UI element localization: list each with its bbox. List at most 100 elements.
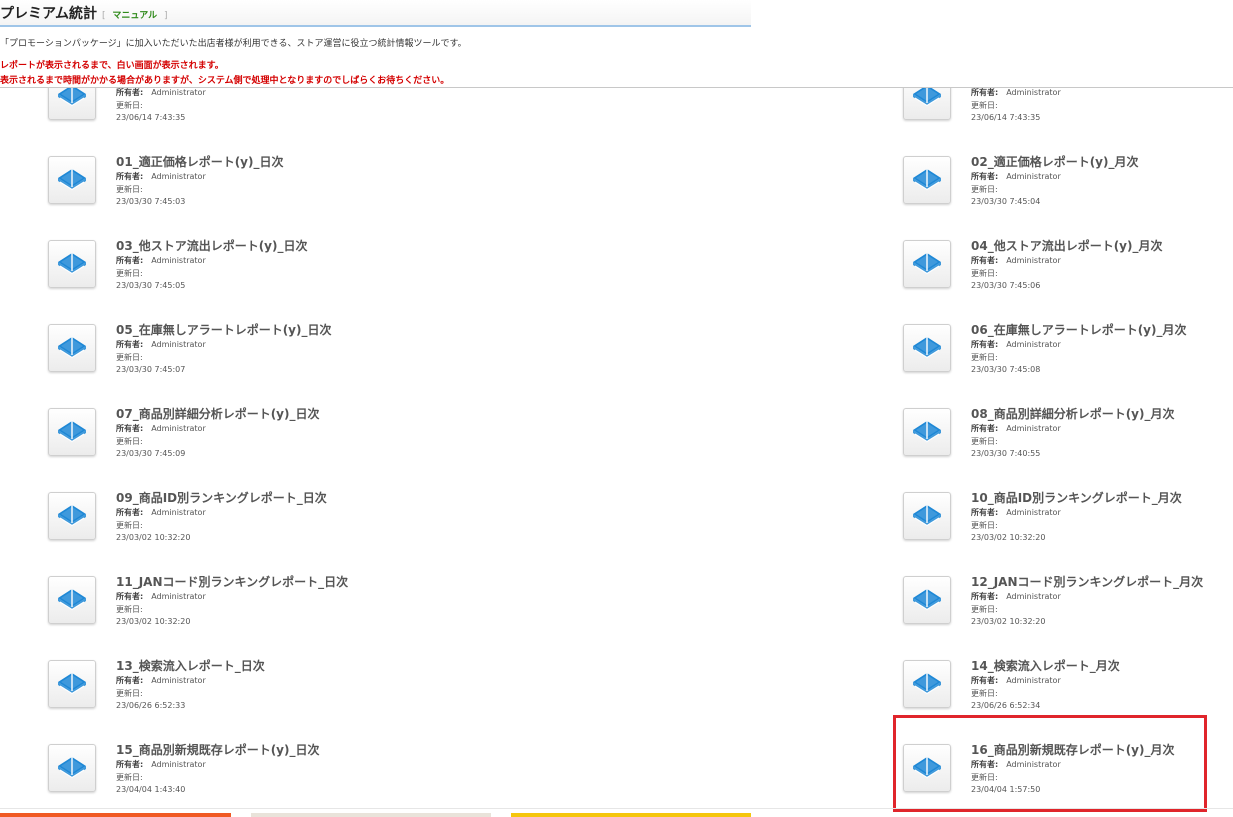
report-icon-button[interactable] [903, 660, 951, 708]
report-icon-button[interactable] [48, 88, 96, 120]
report-icon-button[interactable] [48, 660, 96, 708]
report-icon-button[interactable] [903, 324, 951, 372]
owner-label: 所有者: [971, 88, 999, 97]
report-item[interactable]: 06_在庫無しアラートレポート(y)_月次 所有者: Administrator 更新… [903, 321, 1203, 394]
report-item[interactable]: 11_JANコード別ランキングレポート_日次 所有者: Administrator 更… [48, 573, 348, 646]
report-name-link[interactable]: 09_商品ID別ランキングレポート_日次 [116, 489, 327, 506]
owner-label: 所有者: [116, 676, 144, 685]
owner-value: Administrator [1006, 508, 1061, 517]
owner-label: 所有者: [116, 592, 144, 601]
report-icon-button[interactable] [48, 324, 96, 372]
report-icon-button[interactable] [48, 240, 96, 288]
report-item-partial[interactable]: 所有者: Administrator 更新日: 23/06/14 7:43:35 [48, 88, 348, 142]
report-book-icon [913, 253, 941, 275]
report-icon-button[interactable] [48, 156, 96, 204]
report-book-icon [913, 505, 941, 527]
report-book-icon [58, 757, 86, 779]
updated-date: 23/03/30 7:40:55 [971, 449, 1041, 458]
report-name-link[interactable]: 14_検索流入レポート_月次 [971, 657, 1120, 674]
report-name-link[interactable]: 06_在庫無しアラートレポート(y)_月次 [971, 321, 1187, 338]
owner-value: Administrator [151, 676, 206, 685]
highlight-box [893, 715, 1207, 812]
report-icon-button[interactable] [48, 492, 96, 540]
owner-label: 所有者: [116, 760, 144, 769]
updated-label: 更新日: [971, 185, 998, 194]
report-item[interactable]: 04_他ストア流出レポート(y)_月次 所有者: Administrator 更新日:… [903, 237, 1203, 310]
report-book-icon [58, 589, 86, 611]
report-name-link[interactable]: 05_在庫無しアラートレポート(y)_日次 [116, 321, 332, 338]
report-book-icon [58, 505, 86, 527]
report-item[interactable]: 13_検索流入レポート_日次 所有者: Administrator 更新日: 23/06… [48, 657, 348, 730]
report-name-link[interactable]: 01_適正価格レポート(y)_日次 [116, 153, 284, 170]
owner-label: 所有者: [116, 340, 144, 349]
owner-value: Administrator [151, 508, 206, 517]
owner-label: 所有者: [971, 172, 999, 181]
report-name-link[interactable]: 03_他ストア流出レポート(y)_日次 [116, 237, 308, 254]
report-item[interactable]: 07_商品別詳細分析レポート(y)_日次 所有者: Administrator 更新日… [48, 405, 348, 478]
owner-label: 所有者: [971, 256, 999, 265]
report-item[interactable]: 08_商品別詳細分析レポート(y)_月次 所有者: Administrator 更新日… [903, 405, 1203, 478]
report-icon-button[interactable] [903, 88, 951, 120]
manual-link[interactable]: マニュアル [112, 11, 157, 21]
owner-label: 所有者: [116, 172, 144, 181]
report-name-link[interactable]: 10_商品ID別ランキングレポート_月次 [971, 489, 1182, 506]
report-owner: 所有者: Administrator [971, 88, 1061, 98]
report-book-icon [58, 253, 86, 275]
report-icon-button[interactable] [48, 576, 96, 624]
banner-thumbnail-2[interactable] [251, 813, 491, 817]
owner-label: 所有者: [971, 676, 999, 685]
updated-date: 23/06/26 6:52:34 [971, 701, 1041, 710]
banner-thumbnail-1[interactable] [0, 813, 231, 817]
report-owner: 所有者: Administrator [116, 591, 206, 602]
report-owner: 所有者: Administrator [971, 423, 1061, 434]
updated-label: 更新日: [971, 101, 998, 110]
report-owner: 所有者: Administrator [971, 255, 1061, 266]
report-name-link[interactable]: 11_JANコード別ランキングレポート_日次 [116, 573, 348, 590]
owner-label: 所有者: [971, 424, 999, 433]
report-item[interactable]: 05_在庫無しアラートレポート(y)_日次 所有者: Administrator 更新… [48, 321, 348, 394]
report-owner: 所有者: Administrator [116, 88, 206, 98]
report-item[interactable]: 09_商品ID別ランキングレポート_日次 所有者: Administrator 更新日… [48, 489, 348, 562]
owner-label: 所有者: [116, 88, 144, 97]
report-name-link[interactable]: 12_JANコード別ランキングレポート_月次 [971, 573, 1203, 590]
report-item[interactable]: 10_商品ID別ランキングレポート_月次 所有者: Administrator 更新日… [903, 489, 1203, 562]
report-icon-button[interactable] [903, 408, 951, 456]
report-book-icon [913, 169, 941, 191]
report-name-link[interactable]: 02_適正価格レポート(y)_月次 [971, 153, 1139, 170]
updated-label: 更新日: [116, 605, 143, 614]
report-name-link[interactable]: 08_商品別詳細分析レポート(y)_月次 [971, 405, 1175, 422]
report-name-link[interactable]: 15_商品別新規既存レポート(y)_日次 [116, 741, 320, 758]
owner-value: Administrator [151, 760, 206, 769]
report-icon-button[interactable] [48, 744, 96, 792]
report-item[interactable]: 12_JANコード別ランキングレポート_月次 所有者: Administrator 更… [903, 573, 1203, 646]
banner-thumbnail-3[interactable] [511, 813, 751, 817]
updated-label: 更新日: [116, 437, 143, 446]
owner-value: Administrator [151, 172, 206, 181]
report-icon-button[interactable] [903, 156, 951, 204]
report-icon-button[interactable] [903, 576, 951, 624]
report-item[interactable]: 15_商品別新規既存レポート(y)_日次 所有者: Administrator 更新日… [48, 741, 348, 808]
updated-label: 更新日: [971, 521, 998, 530]
updated-label: 更新日: [116, 101, 143, 110]
owner-label: 所有者: [116, 256, 144, 265]
manual-bracket-open: [ [102, 11, 106, 21]
report-name-link[interactable]: 13_検索流入レポート_日次 [116, 657, 265, 674]
report-name-link[interactable]: 04_他ストア流出レポート(y)_月次 [971, 237, 1163, 254]
report-icon-button[interactable] [903, 492, 951, 540]
updated-date: 23/06/14 7:43:35 [971, 113, 1041, 122]
report-item[interactable]: 02_適正価格レポート(y)_月次 所有者: Administrator 更新日: 23… [903, 153, 1203, 226]
report-item[interactable]: 03_他ストア流出レポート(y)_日次 所有者: Administrator 更新日:… [48, 237, 348, 310]
report-owner: 所有者: Administrator [971, 591, 1061, 602]
report-icon-button[interactable] [48, 408, 96, 456]
report-book-icon [913, 673, 941, 695]
owner-value: Administrator [151, 256, 206, 265]
report-owner: 所有者: Administrator [116, 675, 206, 686]
report-item[interactable]: 01_適正価格レポート(y)_日次 所有者: Administrator 更新日: 23… [48, 153, 348, 226]
report-item-partial[interactable]: 所有者: Administrator 更新日: 23/06/14 7:43:35 [903, 88, 1203, 142]
report-icon-button[interactable] [903, 240, 951, 288]
warning-text-1: レポートが表示されるまで、白い画面が表示されます。 [0, 61, 224, 71]
manual-link-wrap: [ マニュアル ] [102, 8, 168, 21]
owner-value: Administrator [1006, 424, 1061, 433]
owner-value: Administrator [151, 88, 206, 97]
report-name-link[interactable]: 07_商品別詳細分析レポート(y)_日次 [116, 405, 320, 422]
